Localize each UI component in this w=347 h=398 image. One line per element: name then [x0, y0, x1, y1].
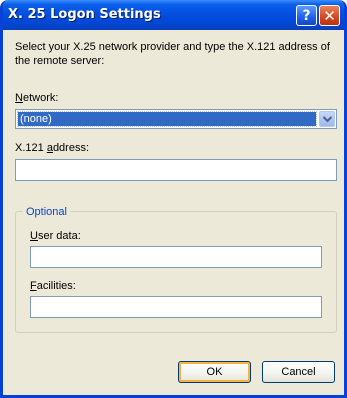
network-label: Network:	[15, 92, 58, 104]
user-data-label-text: ser data:	[37, 230, 81, 242]
facilities-label-accesskey: F	[30, 280, 37, 292]
facilities-label: Facilities:	[30, 280, 76, 292]
facilities-label-text: acilities:	[36, 280, 76, 292]
help-button[interactable]: ?	[296, 5, 317, 26]
help-icon: ?	[302, 7, 311, 24]
cancel-button[interactable]: Cancel	[262, 361, 335, 383]
optional-group-title: Optional	[23, 206, 70, 218]
dialog-window: X. 25 Logon Settings ? ✕ Select your X.2…	[0, 0, 347, 398]
ok-button[interactable]: OK	[178, 361, 251, 383]
title-bar[interactable]: X. 25 Logon Settings ? ✕	[3, 0, 344, 30]
window-title: X. 25 Logon Settings	[8, 7, 161, 22]
address-label: X.121 address:	[15, 142, 89, 154]
network-label-accesskey: N	[15, 92, 23, 104]
facilities-input[interactable]	[30, 296, 322, 318]
address-label-prefix: X.121	[15, 142, 47, 154]
dropdown-button[interactable]	[319, 111, 335, 127]
network-select[interactable]: (none)	[15, 109, 337, 129]
address-label-text: ddress:	[52, 142, 90, 154]
close-button[interactable]: ✕	[319, 5, 340, 26]
chevron-down-icon	[323, 116, 332, 123]
user-data-label-accesskey: U	[30, 230, 38, 242]
close-icon: ✕	[323, 6, 336, 25]
user-data-label: User data:	[30, 230, 81, 242]
user-data-input[interactable]	[30, 246, 322, 268]
address-input[interactable]	[15, 159, 337, 181]
network-label-text: etwork:	[22, 92, 59, 104]
instructions-text: Select your X.25 network provider and ty…	[15, 41, 330, 67]
network-selected-value: (none)	[17, 111, 317, 127]
